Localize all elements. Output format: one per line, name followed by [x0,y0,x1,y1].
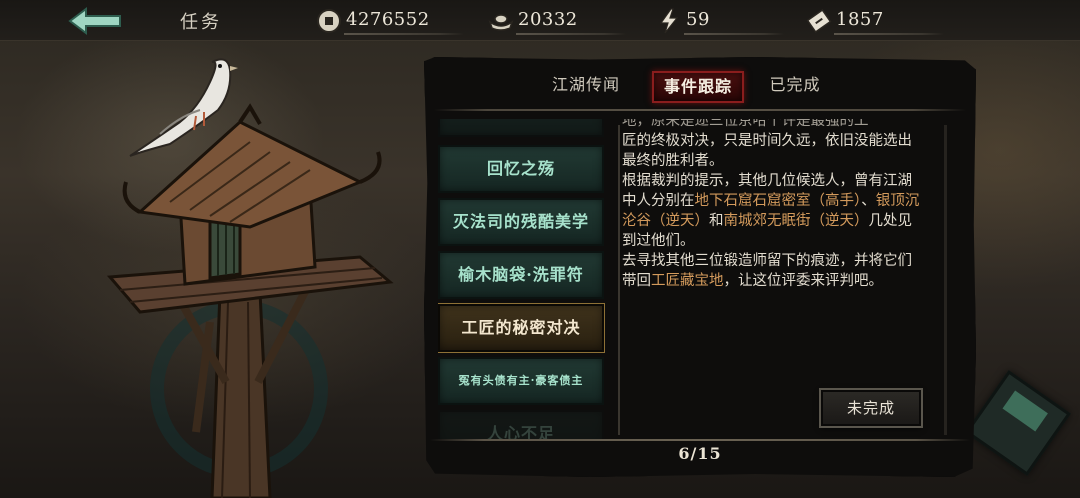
pagination: 6/15 [678,444,722,463]
status-button[interactable]: 未完成 [821,390,921,426]
energy-value: 59 [686,9,710,30]
lightning-icon [659,8,679,34]
quest-item-selected[interactable]: 工匠的秘密对决 [438,304,604,352]
list-divider [618,125,620,435]
quest-panel: 江湖传闻 事件跟踪 已完成 回忆之殇 灭法司的残酷美学 榆木脑袋·洗罪符 工匠的… [424,57,976,477]
silver-ingot-counter: 20332 [488,5,628,35]
quest-item[interactable]: 人心不足 [438,410,604,439]
description-scrollbar[interactable] [944,125,947,435]
quest-item-partial [438,119,604,137]
back-button[interactable] [66,6,124,36]
ticket-counter: 1857 [806,5,946,35]
tab-tracking[interactable]: 事件跟踪 [652,71,744,103]
energy-underline [684,33,784,35]
silver-ingot-value: 20332 [518,9,578,30]
quest-item[interactable]: 回忆之殇 [438,145,604,193]
location-highlight: 工匠藏宝地 [651,273,724,289]
silver-ingot-underline [516,33,626,35]
quest-item[interactable]: 冤有头债有主·豪客债主 [438,357,604,405]
description-partial-line: 地，原来是迩三位京哈个许是最强的工 [622,119,869,129]
pigeon-birdhouse-illustration [106,58,394,498]
ticket-icon [806,9,832,33]
quest-item[interactable]: 灭法司的残酷美学 [438,198,604,246]
copper-coin-underline [344,33,464,35]
location-highlight: 地下石窟石窟密室（高手） [694,193,862,209]
copper-coin-value: 4276552 [346,9,430,30]
back-arrow-icon [68,7,121,35]
quest-description: 地，原来是迩三位京哈个许是最强的工 匠的终极对决，只是时间久远，依旧没能选出最终… [622,119,920,369]
bottom-divider [430,439,970,441]
silver-ingot-icon [488,14,514,31]
page-title: 任务 [180,12,222,33]
energy-counter: 59 [656,5,786,35]
description-paragraph: 根据裁判的提示，其他几位候选人，曾有江湖中人分别在地下石窟石窟密室（高手）、银顶… [622,173,920,249]
copper-coin-icon [317,9,341,33]
tab-completed[interactable]: 已完成 [760,71,830,99]
location-highlight: 南城郊无眠街（逆天） [723,213,869,229]
ticket-underline [834,33,944,35]
quest-item[interactable]: 榆木脑袋·洗罪符 [438,251,604,299]
ticket-value: 1857 [836,9,884,30]
tab-rumors[interactable]: 江湖传闻 [548,71,624,99]
copper-coin-counter: 4276552 [316,5,464,35]
background-device-icon [965,370,1071,476]
description-paragraph: 匠的终极对决，只是时间久远，依旧没能选出最终的胜利者。 [622,133,912,169]
top-bar: 任务 4276552 20332 59 1857 [0,0,1080,41]
tab-divider [434,109,966,111]
description-paragraph: 去寻找其他三位锻造师留下的痕迹，并将它们带回工匠藏宝地，让这位评委来评判吧。 [622,253,912,289]
quest-tabs: 江湖传闻 事件跟踪 已完成 [424,57,976,109]
quest-list[interactable]: 回忆之殇 灭法司的残酷美学 榆木脑袋·洗罪符 工匠的秘密对决 冤有头债有主·豪客… [438,119,606,439]
